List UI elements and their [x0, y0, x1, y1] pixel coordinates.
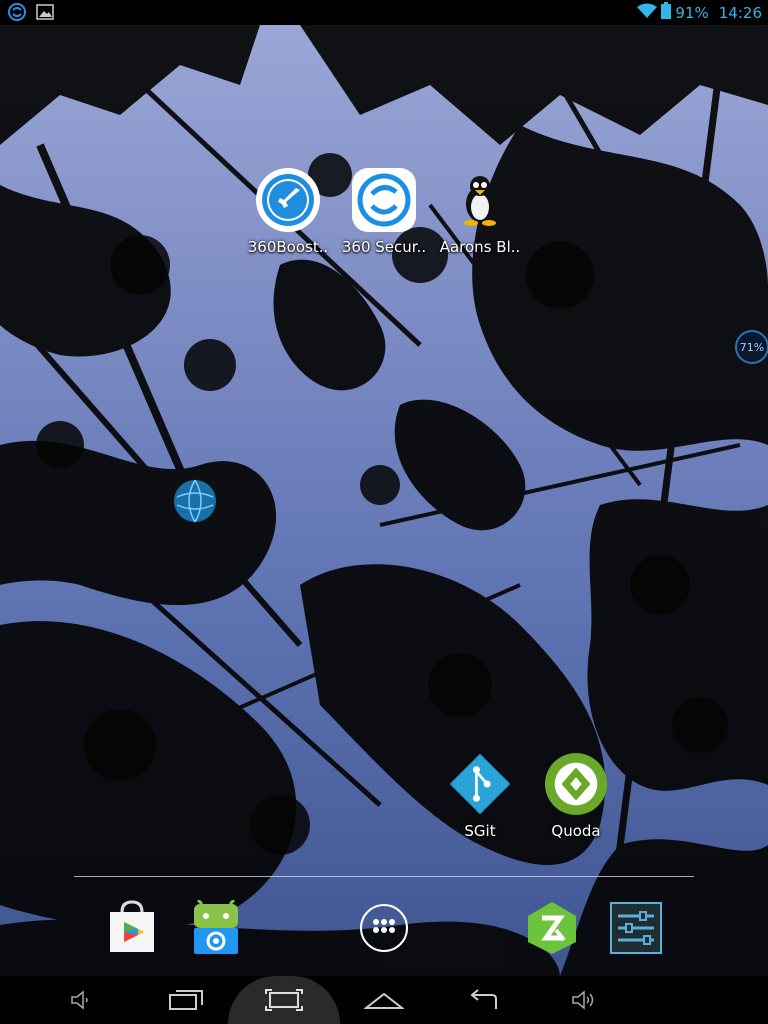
dock-android-app[interactable]: [186, 898, 246, 958]
dock-play-store[interactable]: [102, 898, 162, 958]
volume-down-button[interactable]: [52, 976, 112, 1024]
zarchiver-icon: [528, 902, 576, 954]
volume-up-button[interactable]: [554, 976, 614, 1024]
globe-widget[interactable]: [173, 479, 217, 523]
battery-widget[interactable]: 71%: [735, 330, 768, 364]
back-icon: [470, 989, 497, 1009]
status-right-area: 91% 14:26: [637, 0, 762, 25]
screenshot-button[interactable]: [254, 976, 314, 1024]
settings-sliders-icon: [610, 902, 662, 954]
image-icon: [36, 3, 54, 21]
app-label: 360Boost..: [247, 238, 329, 256]
dock-divider: [74, 876, 694, 877]
recents-button[interactable]: [156, 976, 216, 1024]
app-360-security[interactable]: 360 Secur..: [336, 168, 432, 278]
app-sgit[interactable]: SGit: [432, 752, 528, 862]
360-security-icon: [8, 3, 26, 21]
wifi-icon: [637, 3, 658, 23]
360-security-icon: [352, 168, 416, 232]
play-store-icon: [110, 900, 154, 952]
volume-down-icon: [71, 990, 88, 1010]
app-label: Aarons Bl..: [439, 238, 521, 256]
git-icon: [448, 752, 512, 816]
screenshot-icon: [265, 989, 303, 1011]
home-icon: [364, 992, 404, 1009]
status-bar: 91% 14:26: [0, 0, 768, 25]
rocket-icon: [256, 168, 320, 232]
app-quoda[interactable]: Quoda: [528, 752, 624, 862]
back-button[interactable]: [454, 976, 514, 1024]
app-label: 360 Secur..: [341, 238, 427, 256]
app-360boost[interactable]: 360Boost..: [240, 168, 336, 278]
app-drawer-icon: [360, 904, 408, 952]
dock-zarchiver[interactable]: [522, 898, 582, 958]
app-label: SGit: [464, 822, 496, 840]
dock-all-apps[interactable]: [354, 898, 414, 958]
home-button[interactable]: [354, 976, 414, 1024]
volume-up-icon: [572, 990, 594, 1010]
battery-icon: [661, 2, 672, 23]
battery-percent: 91%: [675, 3, 709, 22]
clock: 14:26: [718, 3, 762, 22]
android-icon: [194, 900, 238, 954]
app-label: Quoda: [551, 822, 601, 840]
tux-penguin-icon: [448, 168, 512, 232]
app-aarons-blog[interactable]: Aarons Bl..: [432, 168, 528, 278]
dock-settings[interactable]: [606, 898, 666, 958]
quoda-icon: [544, 752, 608, 816]
recents-icon: [169, 990, 203, 1010]
